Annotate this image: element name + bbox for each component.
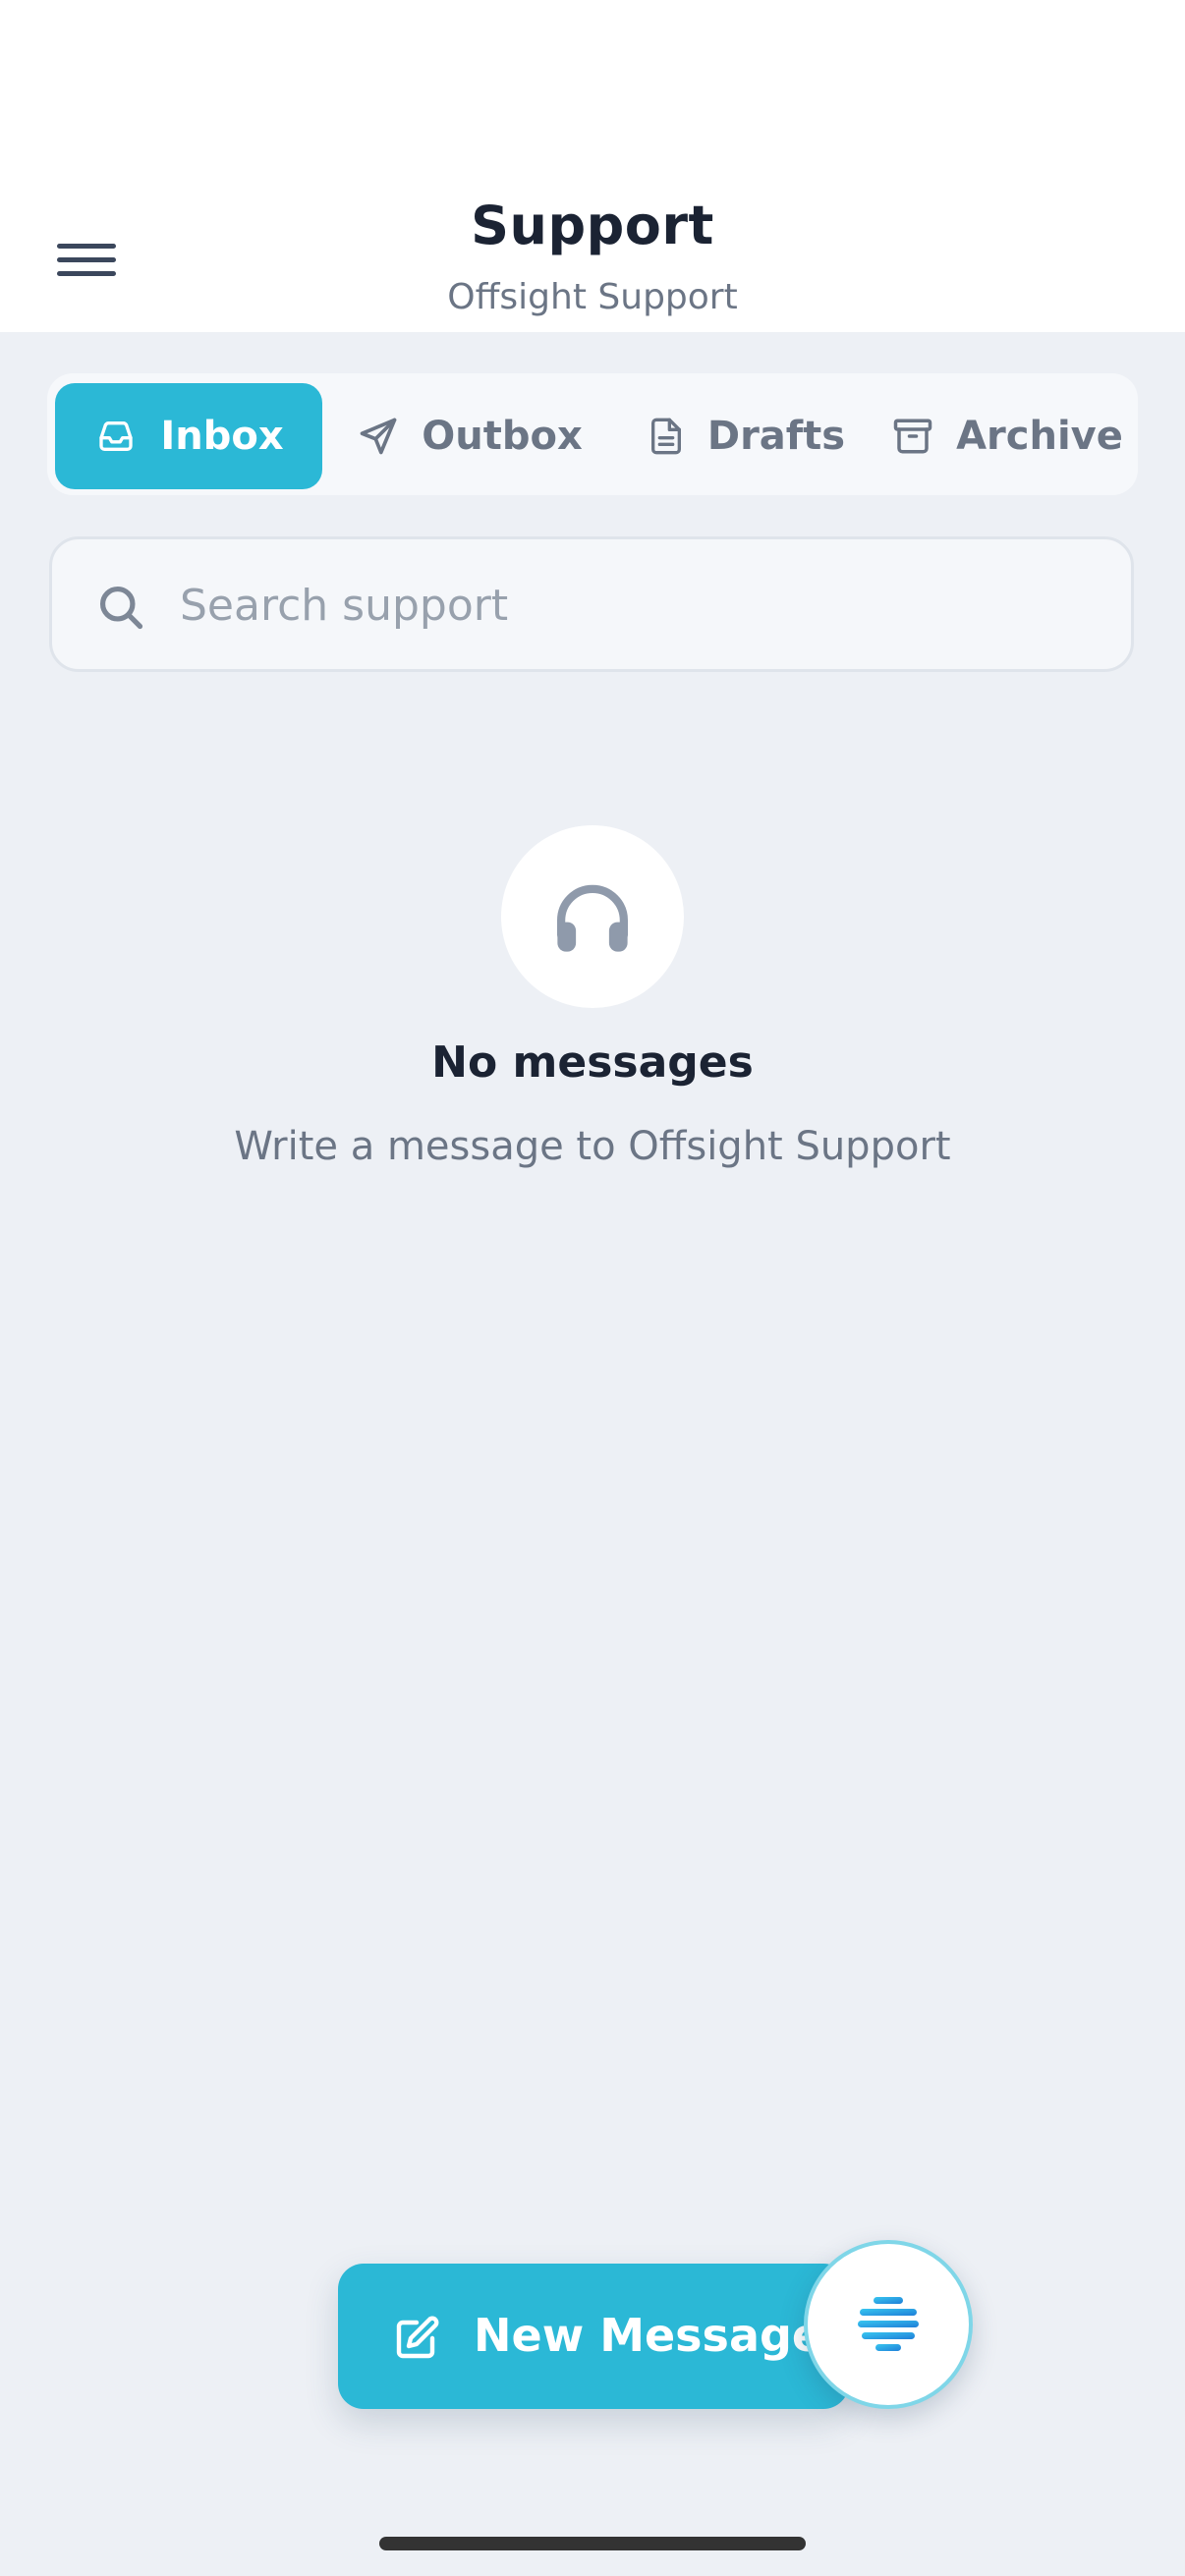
inbox-tray-icon xyxy=(99,421,134,451)
tab-inbox[interactable]: Inbox xyxy=(55,383,322,489)
tab-archive-label: Archive xyxy=(956,414,1123,459)
empty-state-title: No messages xyxy=(431,1037,754,1088)
empty-state-icon-container xyxy=(501,825,684,1008)
document-icon xyxy=(650,418,681,455)
tab-outbox[interactable]: Outbox xyxy=(342,383,597,489)
assistant-button[interactable] xyxy=(804,2240,973,2409)
page-subtitle: Offsight Support xyxy=(447,277,738,317)
assistant-logo-icon xyxy=(858,2297,919,2351)
new-message-button[interactable]: New Message xyxy=(338,2264,849,2409)
page-title: Support xyxy=(471,195,714,256)
tab-drafts-label: Drafts xyxy=(706,414,846,459)
archive-box-icon xyxy=(893,419,932,454)
edit-square-icon xyxy=(396,2316,439,2359)
tab-inbox-label: Inbox xyxy=(160,414,284,459)
tab-outbox-label: Outbox xyxy=(422,414,583,459)
tab-archive[interactable]: Archive xyxy=(884,383,1130,489)
app-header: Support Offsight Support xyxy=(0,0,1185,332)
headphones-icon xyxy=(557,884,628,952)
home-indicator[interactable] xyxy=(379,2537,806,2550)
search-input[interactable] xyxy=(178,559,1066,651)
new-message-label: New Message xyxy=(474,2309,823,2362)
search-icon xyxy=(99,586,143,630)
empty-state-subtitle: Write a message to Offsight Support xyxy=(234,1124,951,1169)
mailbox-tabs: Inbox Outbox Drafts Archive xyxy=(47,373,1138,495)
tab-drafts[interactable]: Drafts xyxy=(623,383,869,489)
send-arrow-icon xyxy=(360,418,397,455)
search-bar xyxy=(49,536,1134,672)
